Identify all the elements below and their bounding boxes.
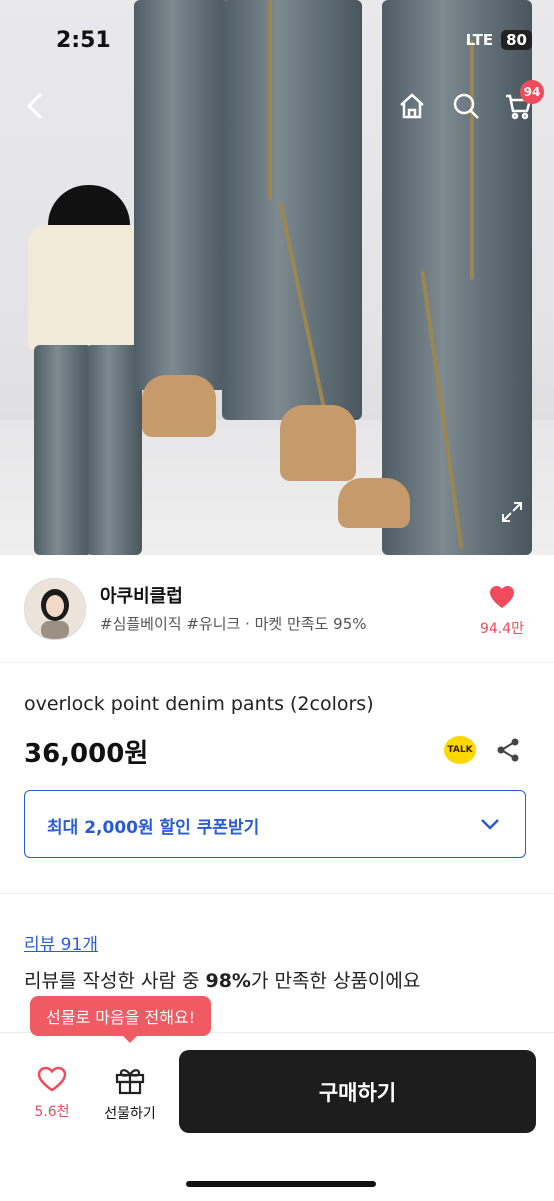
wishlist-button[interactable]: 5.6천 (22, 1065, 82, 1121)
right-jeans (382, 0, 532, 555)
review-summary: 리뷰를 작성한 사람 중 98%가 만족한 상품이에요 (24, 966, 420, 993)
cart-button[interactable]: 94 (498, 80, 544, 126)
battery-icon: 80 (501, 30, 532, 50)
section-divider (0, 893, 554, 894)
review-summary-prefix: 리뷰를 작성한 사람 중 (24, 970, 206, 992)
network-label: LTE (465, 31, 494, 49)
shop-info-row[interactable]: 아쿠비클럽 #심플베이직 #유니크 · 마켓 만족도 95% 94.4만 (0, 556, 554, 663)
coupon-label: 최대 2,000원 할인 쿠폰받기 (47, 818, 260, 838)
bottom-action-bar: 5.6천 선물하기 구매하기 (0, 1032, 554, 1201)
shop-like-button[interactable]: 94.4만 (472, 584, 532, 638)
heart-filled-icon (490, 586, 514, 608)
review-count-link[interactable]: 리뷰 91개 (24, 930, 98, 955)
kakao-talk-icon[interactable]: TALK (444, 736, 476, 764)
shop-tags: #심플베이직 #유니크 · 마켓 만족도 95% (100, 615, 367, 633)
search-icon (453, 93, 479, 119)
model-sweater (28, 225, 148, 350)
wishlist-count: 5.6천 (34, 1104, 70, 1120)
chevron-left-icon (26, 92, 43, 120)
chevron-down-icon (479, 813, 501, 839)
gift-tooltip: 선물로 마음을 전해요! (30, 996, 212, 1043)
center-jeans-right-leg (222, 0, 362, 420)
back-button[interactable] (16, 86, 56, 126)
search-button[interactable] (446, 86, 486, 126)
home-button[interactable] (392, 86, 432, 126)
review-summary-suffix: 가 만족한 상품이에요 (250, 970, 421, 992)
model-jeans-left (34, 345, 92, 555)
center-jeans-left-leg (134, 0, 230, 390)
right-seam (470, 40, 474, 280)
status-time: 2:51 (56, 28, 111, 53)
cart-count-badge: 94 (520, 80, 544, 104)
gift-button[interactable]: 선물하기 (94, 1065, 166, 1123)
heart-outline-icon (37, 1066, 67, 1092)
share-icon[interactable] (494, 736, 522, 764)
buy-button[interactable]: 구매하기 (179, 1050, 536, 1133)
shop-avatar[interactable] (24, 578, 86, 640)
home-indicator (186, 1181, 376, 1187)
coupon-dropdown[interactable]: 최대 2,000원 할인 쿠폰받기 (24, 790, 526, 858)
gift-icon (115, 1069, 145, 1095)
home-icon (400, 93, 424, 119)
boot-far-right (338, 478, 410, 528)
product-image[interactable] (0, 0, 554, 555)
product-price: 36,000원 (24, 739, 149, 769)
shop-like-count: 94.4만 (479, 621, 525, 637)
product-title: overlock point denim pants (2colors) (24, 693, 374, 715)
status-indicators: LTE 80 (466, 30, 532, 50)
expand-icon[interactable] (496, 496, 528, 528)
center-seam (268, 0, 272, 200)
gift-label: 선물하기 (104, 1106, 156, 1122)
shop-name[interactable]: 아쿠비클럽 (100, 582, 183, 608)
review-summary-percent: 98% (205, 970, 251, 992)
boot-left (142, 375, 216, 437)
boot-right (280, 405, 356, 481)
